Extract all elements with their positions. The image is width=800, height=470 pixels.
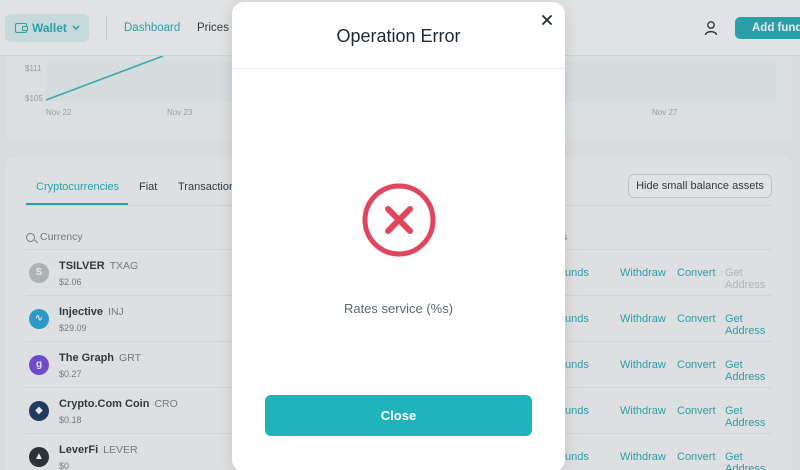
error-x-icon [355, 176, 443, 264]
close-icon[interactable] [539, 12, 555, 28]
dialog-header-divider [232, 68, 565, 69]
error-dialog: Operation Error Rates service (%s) Close [232, 2, 565, 470]
close-button[interactable]: Close [265, 395, 532, 436]
error-message: Rates service (%s) [343, 301, 454, 316]
dialog-title: Operation Error [336, 26, 461, 46]
